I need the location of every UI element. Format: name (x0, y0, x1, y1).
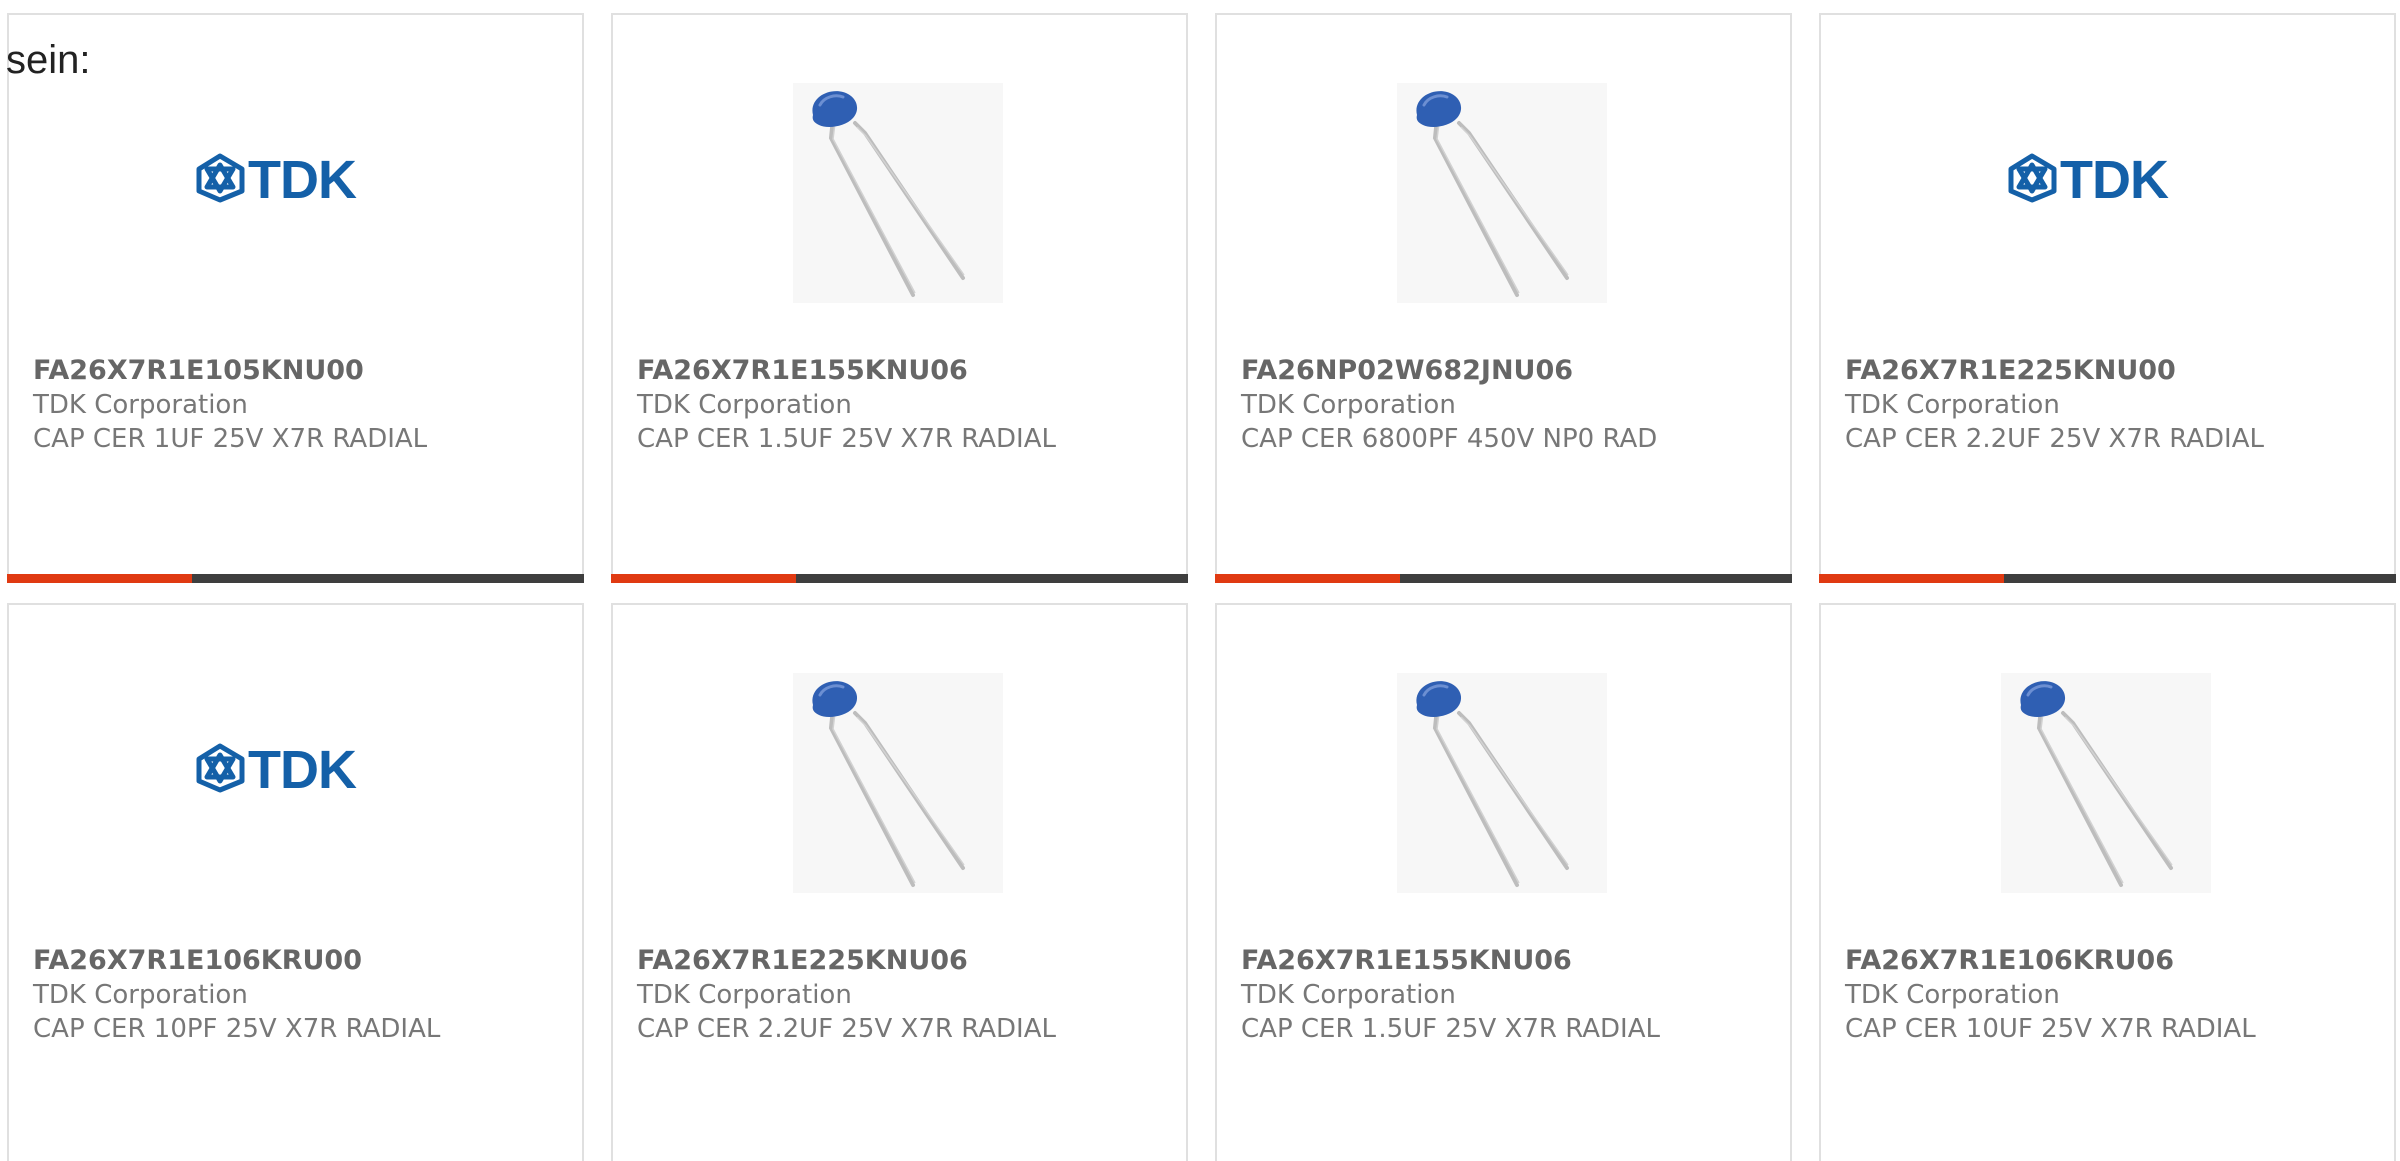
description: CAP CER 1.5UF 25V X7R RADIAL (1241, 1014, 1660, 1044)
manufacturer: TDK Corporation (1241, 390, 1456, 420)
product-image[interactable]: TDK (9, 605, 582, 925)
card-footer-bar (1819, 574, 2396, 583)
card-footer-accent (7, 574, 192, 583)
manufacturer: TDK Corporation (33, 390, 248, 420)
product-card[interactable]: FA26NP02W682JNU06 TDK Corporation CAP CE… (1215, 13, 1792, 583)
ceramic-capacitor-icon (793, 83, 1003, 303)
product-grid-page: sein: TDK FA26X7R1E105KNU00 TDK Corporat… (0, 0, 2400, 1161)
product-card[interactable]: TDK FA26X7R1E105KNU00 TDK Corporation CA… (7, 13, 584, 583)
card-footer-bar (7, 574, 584, 583)
card-footer-bar (1215, 574, 1792, 583)
product-image[interactable]: TDK (9, 15, 582, 335)
manufacturer: TDK Corporation (637, 980, 852, 1010)
manufacturer: TDK Corporation (33, 980, 248, 1010)
product-image[interactable] (1217, 605, 1790, 925)
product-card[interactable]: FA26X7R1E155KNU06 TDK Corporation CAP CE… (611, 13, 1188, 583)
manufacturer: TDK Corporation (1241, 980, 1456, 1010)
product-image[interactable] (1217, 15, 1790, 335)
tdk-logo-icon: TDK (2008, 153, 2170, 203)
part-number[interactable]: FA26NP02W682JNU06 (1241, 354, 1780, 388)
tdk-logo-icon: TDK (196, 743, 358, 793)
description: CAP CER 10UF 25V X7R RADIAL (1845, 1014, 2256, 1044)
product-card[interactable]: TDK FA26X7R1E225KNU00 TDK Corporation CA… (1819, 13, 2396, 583)
ceramic-capacitor-icon (1397, 83, 1607, 303)
description: CAP CER 6800PF 450V NP0 RAD (1241, 424, 1658, 454)
product-card[interactable]: TDK FA26X7R1E106KRU00 TDK Corporation CA… (7, 603, 584, 1161)
manufacturer: TDK Corporation (1845, 980, 2060, 1010)
part-number[interactable]: FA26X7R1E225KNU00 (1845, 354, 2384, 388)
product-card[interactable]: FA26X7R1E106KRU06 TDK Corporation CAP CE… (1819, 603, 2396, 1161)
product-card[interactable]: FA26X7R1E225KNU06 TDK Corporation CAP CE… (611, 603, 1188, 1161)
part-number[interactable]: FA26X7R1E155KNU06 (1241, 944, 1780, 978)
svg-text:TDK: TDK (2060, 153, 2169, 203)
product-image[interactable] (613, 605, 1186, 925)
description: CAP CER 1.5UF 25V X7R RADIAL (637, 424, 1056, 454)
ceramic-capacitor-icon (1397, 673, 1607, 893)
card-footer-bar (611, 574, 1188, 583)
part-number[interactable]: FA26X7R1E155KNU06 (637, 354, 1176, 388)
product-image[interactable]: TDK (1821, 15, 2394, 335)
description: CAP CER 10PF 25V X7R RADIAL (33, 1014, 441, 1044)
card-footer-accent (1215, 574, 1400, 583)
ceramic-capacitor-icon (793, 673, 1003, 893)
product-image[interactable] (1821, 605, 2394, 925)
part-number[interactable]: FA26X7R1E105KNU00 (33, 354, 572, 388)
description: CAP CER 2.2UF 25V X7R RADIAL (1845, 424, 2264, 454)
description: CAP CER 2.2UF 25V X7R RADIAL (637, 1014, 1056, 1044)
part-number[interactable]: FA26X7R1E225KNU06 (637, 944, 1176, 978)
svg-text:TDK: TDK (248, 743, 357, 793)
product-image[interactable] (613, 15, 1186, 335)
part-number[interactable]: FA26X7R1E106KRU00 (33, 944, 572, 978)
description: CAP CER 1UF 25V X7R RADIAL (33, 424, 428, 454)
svg-text:TDK: TDK (248, 153, 357, 203)
part-number[interactable]: FA26X7R1E106KRU06 (1845, 944, 2384, 978)
product-card[interactable]: FA26X7R1E155KNU06 TDK Corporation CAP CE… (1215, 603, 1792, 1161)
ceramic-capacitor-icon (2001, 673, 2211, 893)
manufacturer: TDK Corporation (637, 390, 852, 420)
card-footer-accent (1819, 574, 2004, 583)
intro-text: sein: (6, 38, 91, 82)
manufacturer: TDK Corporation (1845, 390, 2060, 420)
card-footer-accent (611, 574, 796, 583)
tdk-logo-icon: TDK (196, 153, 358, 203)
